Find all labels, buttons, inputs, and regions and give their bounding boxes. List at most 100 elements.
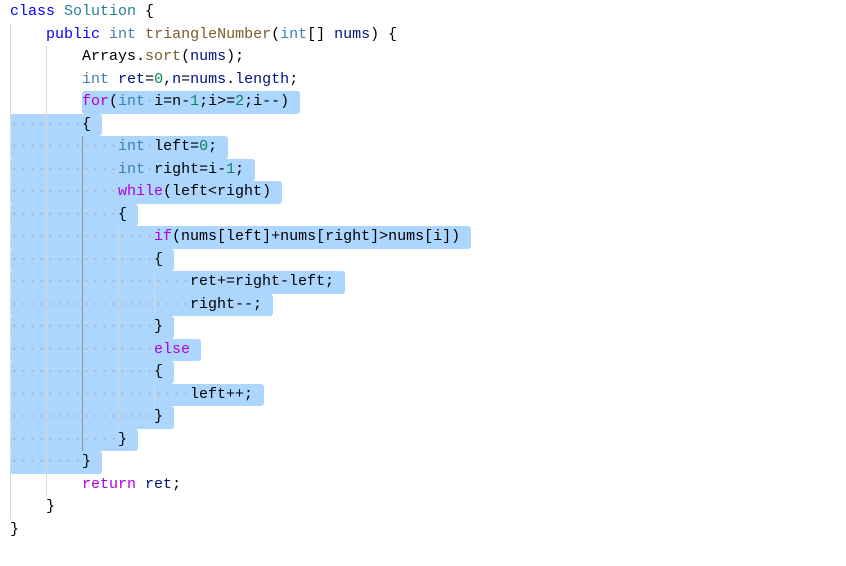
code-token: int	[280, 25, 308, 43]
indent-whitespace: ············	[10, 205, 119, 223]
code-text: class Solution {	[10, 3, 154, 20]
code-token: nums	[334, 25, 371, 43]
code-token: left++;	[190, 385, 254, 403]
code-text: return ret;	[10, 476, 181, 493]
code-text: ············}	[10, 431, 127, 448]
code-line[interactable]: ············}	[10, 428, 460, 451]
code-token: ;i>=	[199, 93, 236, 110]
code-text: ····················left++;	[10, 386, 253, 403]
code-text: int ret=0,n=nums.length;	[10, 71, 298, 88]
code-line[interactable]: ················{	[10, 248, 460, 271]
code-text: }	[10, 498, 55, 515]
code-token: n	[172, 70, 182, 88]
code-line[interactable]: ····················left++;	[10, 383, 460, 406]
code-line[interactable]: ················else	[10, 338, 460, 361]
code-token: }	[82, 453, 92, 470]
code-token: }	[154, 408, 164, 425]
code-line[interactable]: return ret;	[10, 473, 460, 496]
code-text: ············while(left<right)	[10, 183, 271, 200]
code-token: ·right=i-	[145, 160, 227, 178]
code-text: ················}	[10, 318, 163, 335]
code-text: Arrays.sort(nums);	[10, 48, 244, 65]
code-token: ;	[208, 138, 218, 155]
code-line[interactable]: ············int·left=0;	[10, 136, 460, 159]
code-text: ················{	[10, 363, 163, 380]
code-token: 0	[154, 70, 164, 88]
indent-whitespace: ················	[10, 250, 155, 268]
code-text: }	[10, 521, 19, 538]
code-token: int	[82, 70, 110, 88]
code-line[interactable]: ····················right--;	[10, 293, 460, 316]
code-token: }	[46, 498, 56, 515]
indent-whitespace: ················	[10, 228, 155, 245]
code-token: []	[307, 25, 335, 43]
code-token: .	[136, 48, 146, 65]
code-token: while	[118, 183, 164, 200]
code-token: (nums[left]+nums[right]>nums[i])	[172, 228, 461, 245]
code-text: ····················right--;	[10, 296, 262, 313]
code-text: ········}	[10, 453, 91, 470]
code-line[interactable]: for(int·i=n-1;i>=2;i--)	[10, 91, 460, 114]
code-text: ············int·right=i-1;	[10, 161, 244, 178]
code-editor[interactable]: class Solution { public int triangleNumb…	[10, 1, 471, 542]
code-token: ;	[235, 160, 245, 178]
code-token: class	[10, 3, 56, 20]
code-text: ········{	[10, 116, 91, 133]
code-text: ············int·left=0;	[10, 138, 217, 155]
code-token: =	[145, 70, 155, 88]
code-token: for	[82, 93, 110, 110]
code-line[interactable]: ········}	[10, 451, 460, 474]
code-token: ,	[163, 70, 173, 88]
code-line[interactable]: ················}	[10, 406, 460, 429]
code-line[interactable]: ············while(left<right)	[10, 181, 460, 204]
code-line[interactable]: int ret=0,n=nums.length;	[10, 68, 460, 91]
code-token: length	[235, 70, 290, 88]
code-token: 1	[226, 160, 236, 178]
indent-whitespace: ····················	[10, 385, 191, 403]
code-line[interactable]: }	[10, 496, 460, 519]
whitespace-dot: ·	[145, 93, 155, 110]
indent-whitespace: ····················	[10, 295, 191, 313]
indent-whitespace: ····················	[10, 273, 191, 290]
code-line[interactable]: ················if(nums[left]+nums[right…	[10, 226, 471, 249]
code-token: );	[226, 48, 245, 65]
code-line[interactable]: public int triangleNumber(int[] nums) {	[10, 23, 460, 46]
whitespace-dot: ·	[145, 160, 155, 178]
code-line[interactable]: ················{	[10, 361, 460, 384]
code-line[interactable]: class Solution {	[10, 1, 460, 24]
code-token: {	[154, 250, 164, 268]
code-line[interactable]: ········{	[10, 113, 460, 136]
code-token: Solution	[64, 3, 137, 20]
indent-whitespace: ················	[10, 318, 155, 335]
code-token: ·i=n-	[145, 93, 191, 110]
code-token: ret	[145, 475, 173, 493]
code-token: int	[118, 138, 146, 155]
code-text: ················{	[10, 251, 163, 268]
indent-whitespace: ············	[10, 430, 119, 448]
code-line[interactable]: ················}	[10, 316, 460, 339]
code-text: for(int·i=n-1;i>=2;i--)	[10, 93, 289, 110]
code-line[interactable]: Arrays.sort(nums);	[10, 46, 460, 69]
code-text: ····················ret+=right-left;	[10, 273, 334, 290]
code-text: ············{	[10, 206, 127, 223]
code-line[interactable]: ····················ret+=right-left;	[10, 271, 460, 294]
code-line[interactable]: ············{	[10, 203, 460, 226]
code-token: (	[271, 25, 281, 43]
code-line[interactable]: ············int·right=i-1;	[10, 158, 460, 181]
code-text: ················else	[10, 341, 190, 358]
code-token: ·left=	[145, 138, 200, 155]
indent-whitespace: ················	[10, 340, 155, 358]
code-token: (	[181, 48, 191, 65]
indent-whitespace: ················	[10, 408, 155, 425]
code-token: }	[154, 318, 164, 335]
code-line[interactable]: }	[10, 519, 460, 542]
indent-whitespace: ············	[10, 138, 119, 155]
code-token: int	[118, 93, 146, 110]
indent-whitespace: ················	[10, 363, 155, 380]
